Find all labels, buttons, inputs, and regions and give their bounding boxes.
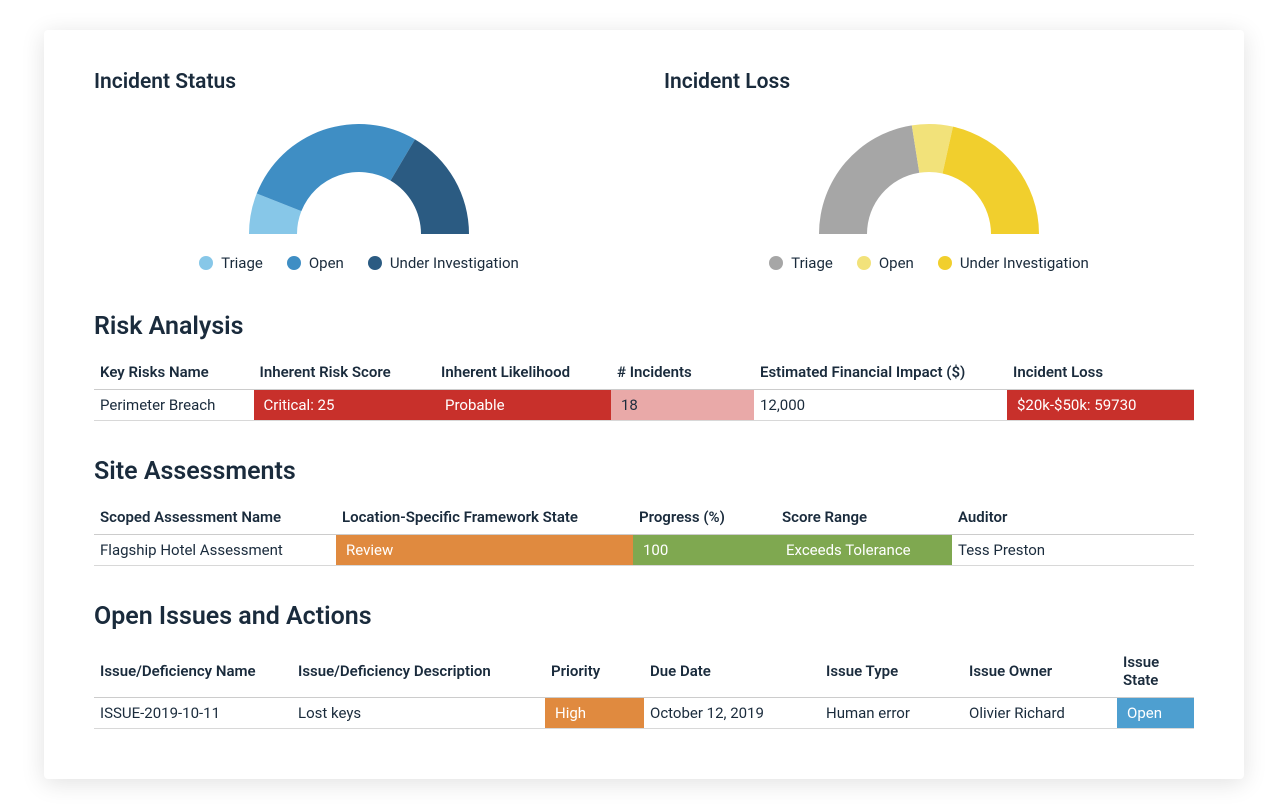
legend-label: Triage bbox=[221, 254, 263, 272]
table-header-row: Issue/Deficiency Name Issue/Deficiency D… bbox=[94, 645, 1194, 698]
site-assessments-section: Site Assessments Scoped Assessment Name … bbox=[94, 457, 1194, 566]
issues-table: Issue/Deficiency Name Issue/Deficiency D… bbox=[94, 645, 1194, 729]
gauge-loss-svg bbox=[799, 104, 1059, 244]
legend-label: Under Investigation bbox=[390, 254, 519, 272]
col-header: Auditor bbox=[952, 500, 1194, 535]
col-header: Inherent Risk Score bbox=[254, 355, 436, 390]
col-header: Incident Loss bbox=[1007, 355, 1194, 390]
open-issues-title: Open Issues and Actions bbox=[94, 602, 1194, 631]
cell-issue-desc: Lost keys bbox=[292, 698, 545, 729]
incident-status-gauge: Triage Open Under Investigation bbox=[94, 104, 624, 272]
cell-issue-name: ISSUE-2019-10-11 bbox=[94, 698, 292, 729]
col-header: Issue State bbox=[1117, 645, 1194, 698]
legend-dot-icon bbox=[938, 256, 952, 270]
gauge-status-svg bbox=[229, 104, 489, 244]
table-row: Perimeter Breach Critical: 25 Probable 1… bbox=[94, 390, 1194, 421]
risk-analysis-title: Risk Analysis bbox=[94, 312, 1194, 341]
cell-priority: High bbox=[545, 698, 644, 729]
incident-loss-gauge: Triage Open Under Investigation bbox=[664, 104, 1194, 272]
incident-loss-title: Incident Loss bbox=[664, 70, 1194, 94]
legend-label: Triage bbox=[791, 254, 833, 272]
gauge-segment bbox=[819, 125, 919, 234]
legend-item: Triage bbox=[769, 254, 833, 272]
charts-row: Incident Status Triage Open Under Invest… bbox=[94, 70, 1194, 272]
legend-dot-icon bbox=[287, 256, 301, 270]
legend-item: Triage bbox=[199, 254, 263, 272]
incident-status-panel: Incident Status Triage Open Under Invest… bbox=[94, 70, 624, 272]
legend-item: Under Investigation bbox=[368, 254, 519, 272]
col-header: Score Range bbox=[776, 500, 952, 535]
table-row: ISSUE-2019-10-11 Lost keys High October … bbox=[94, 698, 1194, 729]
cell-issue-owner: Olivier Richard bbox=[963, 698, 1117, 729]
table-header-row: Scoped Assessment Name Location-Specific… bbox=[94, 500, 1194, 535]
legend-item: Open bbox=[287, 254, 344, 272]
cell-framework-state: Review bbox=[336, 535, 633, 566]
col-header: Issue/Deficiency Description bbox=[292, 645, 545, 698]
open-issues-section: Open Issues and Actions Issue/Deficiency… bbox=[94, 602, 1194, 729]
gauge-segment bbox=[943, 127, 1039, 234]
col-header: Issue Owner bbox=[963, 645, 1117, 698]
legend-label: Under Investigation bbox=[960, 254, 1089, 272]
cell-likelihood: Probable bbox=[435, 390, 611, 421]
incident-loss-legend: Triage Open Under Investigation bbox=[769, 254, 1089, 272]
col-header: Key Risks Name bbox=[94, 355, 254, 390]
cell-due-date: October 12, 2019 bbox=[644, 698, 820, 729]
cell-incidents: 18 bbox=[611, 390, 754, 421]
table-header-row: Key Risks Name Inherent Risk Score Inher… bbox=[94, 355, 1194, 390]
incident-loss-panel: Incident Loss Triage Open Under Investig… bbox=[664, 70, 1194, 272]
dashboard-card: Incident Status Triage Open Under Invest… bbox=[44, 30, 1244, 779]
col-header: Progress (%) bbox=[633, 500, 776, 535]
cell-score-range: Exceeds Tolerance bbox=[776, 535, 952, 566]
col-header: Issue Type bbox=[820, 645, 963, 698]
table-row: Flagship Hotel Assessment Review 100 Exc… bbox=[94, 535, 1194, 566]
cell-impact: 12,000 bbox=[754, 390, 1007, 421]
legend-label: Open bbox=[879, 254, 914, 272]
col-header: Issue/Deficiency Name bbox=[94, 645, 292, 698]
legend-item: Under Investigation bbox=[938, 254, 1089, 272]
legend-label: Open bbox=[309, 254, 344, 272]
risk-table: Key Risks Name Inherent Risk Score Inher… bbox=[94, 355, 1194, 421]
col-header: Scoped Assessment Name bbox=[94, 500, 336, 535]
gauge-segment bbox=[257, 124, 415, 211]
cell-progress: 100 bbox=[633, 535, 776, 566]
cell-assessment-name: Flagship Hotel Assessment bbox=[94, 535, 336, 566]
col-header: Priority bbox=[545, 645, 644, 698]
legend-dot-icon bbox=[199, 256, 213, 270]
col-header: # Incidents bbox=[611, 355, 754, 390]
col-header: Location-Specific Framework State bbox=[336, 500, 633, 535]
cell-risk-score: Critical: 25 bbox=[254, 390, 436, 421]
cell-auditor: Tess Preston bbox=[952, 535, 1194, 566]
legend-dot-icon bbox=[368, 256, 382, 270]
cell-issue-type: Human error bbox=[820, 698, 963, 729]
col-header: Estimated Financial Impact ($) bbox=[754, 355, 1007, 390]
assessments-table: Scoped Assessment Name Location-Specific… bbox=[94, 500, 1194, 566]
site-assessments-title: Site Assessments bbox=[94, 457, 1194, 486]
cell-risk-name: Perimeter Breach bbox=[94, 390, 254, 421]
cell-loss: $20k-$50k: 59730 bbox=[1007, 390, 1194, 421]
col-header: Due Date bbox=[644, 645, 820, 698]
col-header: Inherent Likelihood bbox=[435, 355, 611, 390]
cell-issue-state: Open bbox=[1117, 698, 1194, 729]
incident-status-title: Incident Status bbox=[94, 70, 624, 94]
legend-item: Open bbox=[857, 254, 914, 272]
risk-analysis-section: Risk Analysis Key Risks Name Inherent Ri… bbox=[94, 312, 1194, 421]
legend-dot-icon bbox=[769, 256, 783, 270]
incident-status-legend: Triage Open Under Investigation bbox=[199, 254, 519, 272]
legend-dot-icon bbox=[857, 256, 871, 270]
